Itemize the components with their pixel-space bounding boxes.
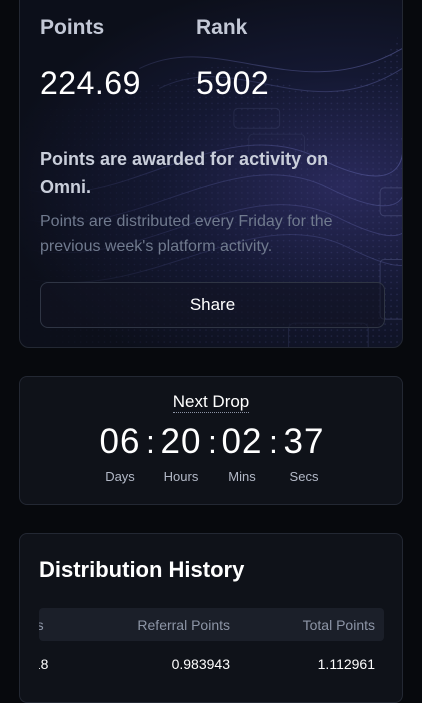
points-value: 224.69 [40,65,141,101]
distribution-history-card: Distribution History nts Referral Points… [19,533,403,703]
column-header-total-points: Total Points [302,617,375,633]
countdown-mins-label: Mins [228,469,256,484]
table-cell-points: 018 [39,656,49,672]
column-header-referral-points: Referral Points [137,617,230,633]
countdown-days-label: Days [105,469,135,484]
countdown-mins-value: 02 [221,422,263,461]
countdown-secs: 37 Secs [274,422,334,484]
countdown-days: 06 Days [90,422,150,484]
next-drop-title-wrap: Next Drop [20,392,402,413]
distribution-history-title: Distribution History [39,557,245,582]
countdown-hours-value: 20 [160,422,202,461]
table-cell-total-points: 1.112961 [317,656,375,672]
next-drop-card: Next Drop 06 Days : 20 Hours : 02 Mins :… [19,376,403,505]
countdown-hours-label: Hours [163,469,199,484]
share-button[interactable]: Share [40,282,385,328]
points-card: Points 224.69 Rank 5902 Points are award… [19,0,403,348]
countdown-timer: 06 Days : 20 Hours : 02 Mins : 37 Secs [20,422,402,492]
countdown-hours: 20 Hours [151,422,211,484]
countdown-secs-label: Secs [289,469,319,484]
table-cell-referral-points: 0.983943 [171,656,230,672]
rank-label: Rank [196,16,248,39]
next-drop-title[interactable]: Next Drop [172,392,250,413]
points-awarded-text: Points are awarded for activity on Omni. [40,149,329,197]
column-header-points: nts [39,617,44,633]
countdown-secs-value: 37 [283,422,325,461]
countdown-mins: 02 Mins [212,422,272,484]
rank-value: 5902 [196,65,270,101]
points-label: Points [40,16,105,39]
distribution-history-table[interactable]: nts Referral Points Total Points 018 0.9… [39,608,384,688]
points-distribution-text: Points are distributed every Friday for … [40,213,333,255]
countdown-days-value: 06 [99,422,141,461]
